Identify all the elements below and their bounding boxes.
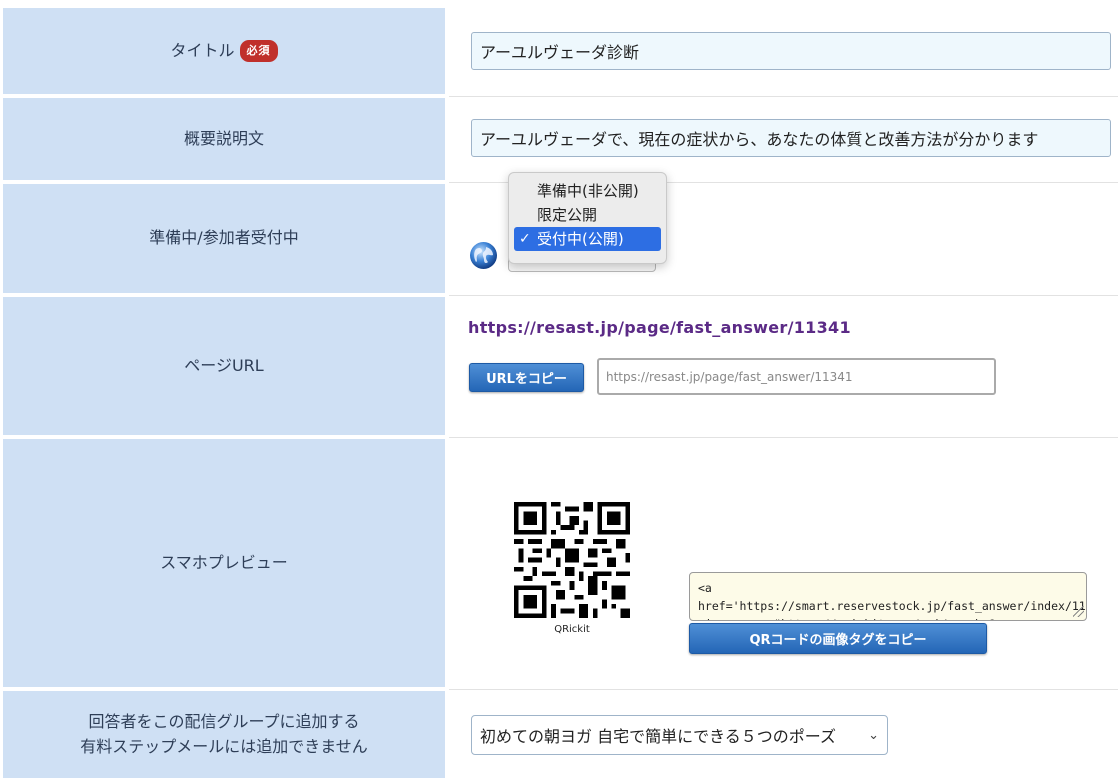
group-select[interactable]: 初めての朝ヨガ 自宅で簡単にできる５つのポーズ ⌄	[471, 715, 888, 755]
resize-handle-icon[interactable]	[1073, 606, 1084, 617]
row-divider	[449, 689, 1118, 690]
qr-tag-code-textarea[interactable]: <a href='https://smart.reservestock.jp/f…	[689, 572, 1087, 621]
url-label-cell: ページURL	[3, 297, 445, 435]
status-label-cell: 準備中/参加者受付中	[3, 184, 445, 293]
title-label: タイトル	[170, 40, 235, 60]
chevron-down-icon: ⌄	[868, 727, 879, 743]
summary-label-cell: 概要説明文	[3, 98, 445, 180]
summary-input[interactable]: アーユルヴェーダで、現在の症状から、あなたの体質と改善方法が分かります	[471, 119, 1111, 157]
qr-code-image	[514, 502, 630, 618]
status-option-open[interactable]: ✓ 受付中(公開)	[514, 227, 661, 251]
preview-label-cell: スマホプレビュー	[3, 439, 445, 687]
checkmark-icon: ✓	[519, 231, 531, 247]
group-label-line1: 回答者をこの配信グループに追加する	[88, 711, 360, 731]
status-label: 準備中/参加者受付中	[149, 228, 299, 248]
copy-qr-tag-button[interactable]: QRコードの画像タグをコピー	[689, 623, 987, 654]
copy-url-button[interactable]: URLをコピー	[469, 363, 584, 392]
title-input[interactable]: アーユルヴェーダ診断	[471, 32, 1111, 70]
row-divider	[449, 96, 1118, 97]
group-select-value: 初めての朝ヨガ 自宅で簡単にできる５つのポーズ	[480, 727, 836, 746]
status-dropdown-menu[interactable]: 準備中(非公開) 限定公開 ✓ 受付中(公開)	[508, 172, 667, 264]
required-badge: 必須	[239, 40, 278, 62]
title-label-cell: タイトル 必須	[3, 8, 445, 94]
summary-label: 概要説明文	[183, 128, 264, 148]
group-label-cell: 回答者をこの配信グループに追加する 有料ステップメールには追加できません	[3, 691, 445, 778]
qr-caption: QRickit	[554, 624, 590, 635]
globe-icon	[469, 241, 498, 270]
preview-label: スマホプレビュー	[160, 552, 288, 572]
url-field[interactable]: https://resast.jp/page/fast_answer/11341	[597, 358, 996, 395]
row-divider	[449, 437, 1118, 438]
row-divider	[449, 295, 1118, 296]
status-option-preparing[interactable]: 準備中(非公開)	[514, 179, 661, 203]
status-option-limited[interactable]: 限定公開	[514, 203, 661, 227]
page-url-link[interactable]: https://resast.jp/page/fast_answer/11341	[468, 318, 851, 337]
group-label-line2: 有料ステップメールには追加できません	[80, 736, 368, 756]
url-label: ページURL	[184, 355, 264, 375]
